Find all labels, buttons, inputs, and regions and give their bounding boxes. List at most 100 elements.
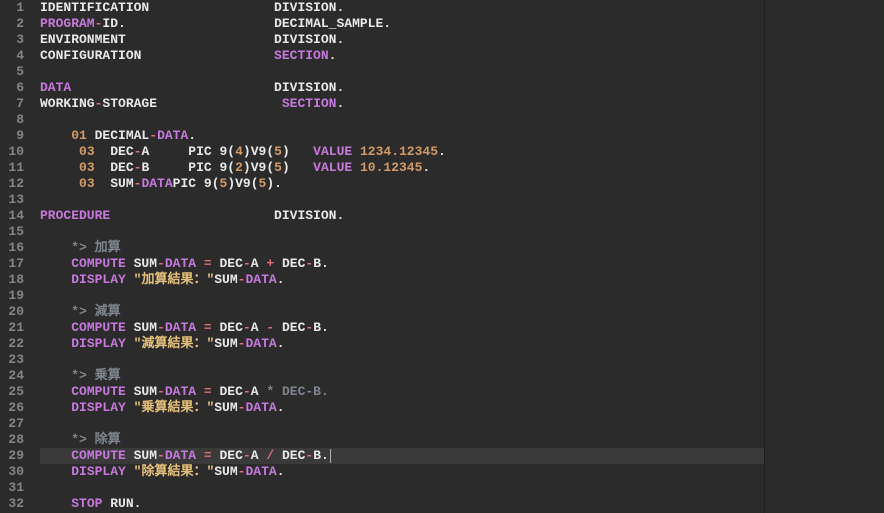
code-token: 9	[212, 144, 228, 159]
code-line[interactable]	[40, 416, 764, 432]
code-token: SUM	[126, 320, 157, 335]
line-number: 23	[4, 352, 24, 368]
code-token: DATA	[245, 464, 276, 479]
code-token: RUN	[102, 496, 133, 511]
minimap[interactable]	[764, 0, 884, 513]
line-number: 21	[4, 320, 24, 336]
code-token: DEC-B.	[274, 384, 329, 399]
code-token: DECIMAL	[87, 128, 149, 143]
code-token	[352, 144, 360, 159]
line-number: 3	[4, 32, 24, 48]
code-line[interactable]	[40, 224, 764, 240]
code-area[interactable]: IDENTIFICATION DIVISION.PROGRAM-ID. DECI…	[32, 0, 764, 513]
code-line[interactable]: COMPUTE SUM-DATA = DEC-A * DEC-B.	[40, 384, 764, 400]
code-line[interactable]: COMPUTE SUM-DATA = DEC-A - DEC-B.	[40, 320, 764, 336]
code-token: DATA	[141, 176, 172, 191]
code-line[interactable]: *> 除算	[40, 432, 764, 448]
code-token: -	[243, 256, 251, 271]
line-number: 16	[4, 240, 24, 256]
line-number: 18	[4, 272, 24, 288]
code-line[interactable]	[40, 352, 764, 368]
code-token: DEC	[274, 320, 305, 335]
code-line[interactable]: 03 SUM-DATAPIC 9(5)V9(5).	[40, 176, 764, 192]
code-line[interactable]: WORKING-STORAGE SECTION.	[40, 96, 764, 112]
code-token: B	[141, 160, 188, 175]
code-token	[40, 272, 71, 287]
code-token	[196, 448, 204, 463]
code-token: SUM	[126, 448, 157, 463]
code-token: 9	[196, 176, 212, 191]
code-token: DISPLAY	[71, 272, 126, 287]
code-token	[126, 400, 134, 415]
code-line[interactable]: 01 DECIMAL-DATA.	[40, 128, 764, 144]
code-token: B	[313, 320, 321, 335]
code-line[interactable]: DISPLAY "除算結果："SUM-DATA.	[40, 464, 764, 480]
code-token: )	[282, 160, 313, 175]
code-token: DATA	[165, 256, 196, 271]
code-line[interactable]: DISPLAY "加算結果："SUM-DATA.	[40, 272, 764, 288]
code-token: DEC	[212, 384, 243, 399]
code-token: DEC	[212, 320, 243, 335]
code-editor[interactable]: 1234567891011121314151617181920212223242…	[0, 0, 884, 513]
line-number: 27	[4, 416, 24, 432]
line-number: 1	[4, 0, 24, 16]
code-line[interactable]	[40, 112, 764, 128]
code-line[interactable]: PROGRAM-ID. DECIMAL_SAMPLE.	[40, 16, 764, 32]
code-token: (	[227, 160, 235, 175]
code-token	[126, 272, 134, 287]
code-token	[40, 448, 71, 463]
code-token: A	[251, 320, 259, 335]
code-line[interactable]: IDENTIFICATION DIVISION.	[40, 0, 764, 16]
code-token: ENVIRONMENT	[40, 32, 274, 47]
code-line[interactable]	[40, 480, 764, 496]
code-token	[40, 400, 71, 415]
code-token: *	[266, 384, 274, 399]
code-token: 03	[79, 160, 95, 175]
code-token: .	[336, 80, 344, 95]
code-line[interactable]: PROCEDURE DIVISION.	[40, 208, 764, 224]
code-token: 10.12345	[360, 160, 422, 175]
code-line[interactable]	[40, 288, 764, 304]
code-token: PROCEDURE	[40, 208, 274, 223]
code-token: -	[243, 384, 251, 399]
code-line[interactable]: ENVIRONMENT DIVISION.	[40, 32, 764, 48]
code-line[interactable]: COMPUTE SUM-DATA = DEC-A + DEC-B.	[40, 256, 764, 272]
code-line[interactable]: 03 DEC-B PIC 9(2)V9(5) VALUE 10.12345.	[40, 160, 764, 176]
code-line[interactable]: COMPUTE SUM-DATA = DEC-A / DEC-B.	[40, 448, 764, 464]
code-token	[40, 464, 71, 479]
code-token: DEC	[212, 256, 243, 271]
code-token: +	[266, 256, 274, 271]
code-token: .	[438, 144, 446, 159]
code-token: V9	[251, 160, 267, 175]
code-line[interactable]: STOP RUN.	[40, 496, 764, 512]
code-token: .	[336, 208, 344, 223]
code-line[interactable]: CONFIGURATION SECTION.	[40, 48, 764, 64]
code-token	[40, 336, 71, 351]
code-line[interactable]	[40, 192, 764, 208]
code-token: .	[329, 48, 337, 63]
code-token: 5	[274, 144, 282, 159]
text-cursor	[330, 449, 331, 463]
code-line[interactable]: *> 乗算	[40, 368, 764, 384]
code-token: DEC	[95, 160, 134, 175]
code-line[interactable]	[40, 64, 764, 80]
code-token: STOP	[71, 496, 102, 511]
code-token: A	[251, 448, 259, 463]
code-line[interactable]: DATA DIVISION.	[40, 80, 764, 96]
code-token: )	[243, 144, 251, 159]
code-line[interactable]: DISPLAY "減算結果："SUM-DATA.	[40, 336, 764, 352]
code-line[interactable]: 03 DEC-A PIC 9(4)V9(5) VALUE 1234.12345.	[40, 144, 764, 160]
code-token	[40, 256, 71, 271]
code-token: SUM	[214, 400, 237, 415]
code-token: .	[321, 256, 329, 271]
code-line[interactable]: DISPLAY "乗算結果："SUM-DATA.	[40, 400, 764, 416]
code-token: .	[277, 400, 285, 415]
code-line[interactable]: *> 加算	[40, 240, 764, 256]
code-token	[40, 128, 71, 143]
code-token: DIVISION	[274, 208, 336, 223]
code-token	[40, 320, 71, 335]
code-token: STORAGE	[102, 96, 281, 111]
code-line[interactable]: *> 減算	[40, 304, 764, 320]
code-token: A	[251, 256, 259, 271]
code-token: /	[266, 448, 274, 463]
